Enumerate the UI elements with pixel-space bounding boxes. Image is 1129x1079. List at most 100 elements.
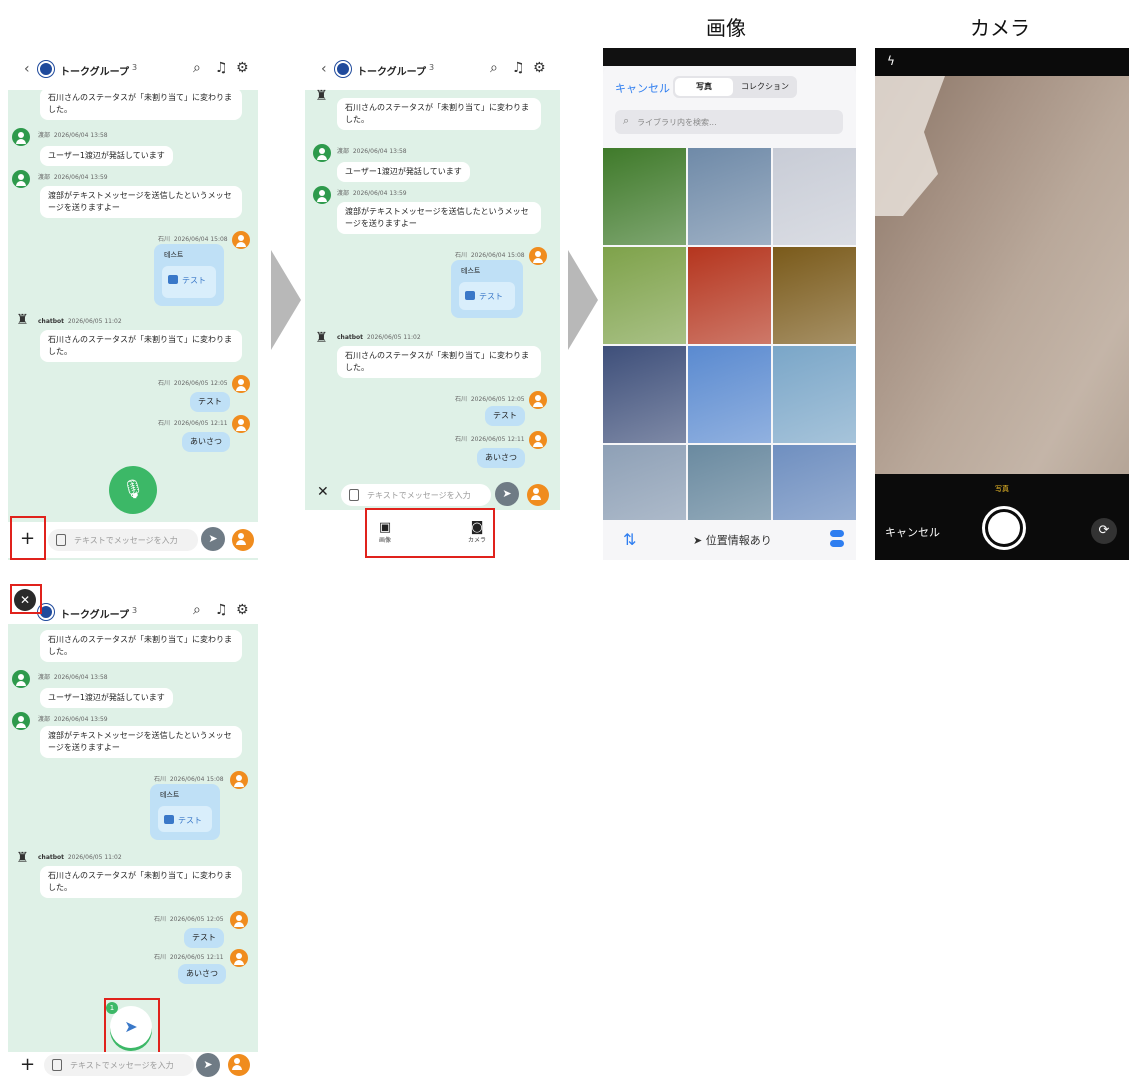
photo-thumbnail[interactable] (688, 148, 771, 245)
photo-thumbnail[interactable] (773, 148, 856, 245)
member-count: 3 (132, 63, 138, 72)
photo-thumbnail[interactable] (603, 247, 686, 344)
send-button[interactable]: ➤ (495, 482, 519, 506)
tab-photos[interactable]: 写真 (675, 78, 733, 96)
status-bar (603, 48, 856, 66)
avatar (529, 431, 547, 449)
status-message: 石川さんのステータスが「未割り当て」に変わりました。 (40, 866, 242, 898)
gear-icon[interactable]: ⚙ (533, 60, 546, 76)
file-icon (465, 291, 475, 300)
search-icon[interactable]: ⌕ (193, 602, 201, 618)
photo-thumbnail[interactable] (688, 247, 771, 344)
avatar (232, 231, 250, 249)
message-meta: 石川 2026/06/04 15:08 (455, 252, 525, 259)
photo-picker: キャンセル 写真 コレクション ライブラリ内を検索... ⇅ ➤ 位置情報あり (603, 48, 856, 560)
file-attachment[interactable]: テスト (459, 282, 515, 310)
robot-icon: ♜ (315, 330, 328, 346)
message-bubble: あいさつ (182, 432, 230, 452)
attachment-title: 테스트 (164, 251, 184, 259)
attachment-title: 테스트 (461, 267, 481, 275)
attachment-name: テスト (479, 292, 503, 301)
flow-arrow (568, 250, 598, 350)
message-bubble: 渡部がテキストメッセージを送信したというメッセージを送りますよー (40, 726, 242, 758)
flow-arrow (271, 250, 301, 350)
message-meta: 石川 2026/06/05 12:05 (455, 396, 525, 403)
message-bubble: あいさつ (178, 964, 226, 984)
status-message: 石川さんのステータスが「未割り当て」に変わりました。 (40, 88, 242, 120)
photo-grid (603, 148, 856, 542)
avatar (313, 186, 331, 204)
chat-header: トークグループ 3 ⌕ ♫ ⚙ (8, 578, 258, 624)
options-icon[interactable] (830, 530, 844, 548)
microphone-button[interactable]: 🎙 (109, 466, 157, 514)
message-input[interactable]: テキストでメッセージを入力 (341, 484, 491, 506)
avatar (12, 670, 30, 688)
robot-icon: ♜ (315, 88, 328, 104)
tab-collections[interactable]: コレクション (735, 78, 795, 96)
file-attachment[interactable]: テスト (158, 806, 212, 832)
file-icon (56, 534, 66, 546)
message-meta: 渡部 2026/06/04 13:59 (337, 190, 407, 197)
message-bubble: 渡部がテキストメッセージを送信したというメッセージを送りますよー (40, 186, 242, 218)
input-bar: ✕ テキストでメッセージを入力 ➤ (305, 478, 560, 510)
message-bubble: テスト (184, 928, 224, 948)
photo-thumbnail[interactable] (773, 247, 856, 344)
flip-camera-icon[interactable]: ⟳ (1091, 518, 1117, 544)
bell-icon[interactable]: ♫ (215, 602, 228, 618)
robot-icon: ♜ (16, 850, 29, 866)
avatar (12, 712, 30, 730)
search-icon[interactable]: ⌕ (490, 60, 498, 76)
send-button[interactable]: ➤ (196, 1053, 220, 1077)
photo-thumbnail[interactable] (688, 346, 771, 443)
message-input[interactable]: テキストでメッセージを入力 (48, 529, 198, 551)
send-button[interactable]: ➤ (201, 527, 225, 551)
photo-thumbnail[interactable] (603, 346, 686, 443)
close-icon[interactable]: ✕ (317, 484, 329, 500)
picker-toolbar: ⇅ ➤ 位置情報あり (603, 520, 856, 560)
file-attachment[interactable]: テスト (162, 266, 216, 298)
camera-screen: ϟ 写真 キャンセル ⟳ (875, 48, 1129, 560)
plus-icon[interactable]: + (20, 1054, 35, 1075)
segmented-control: 写真 コレクション (673, 76, 797, 98)
avatar (232, 415, 250, 433)
avatar (527, 484, 549, 506)
avatar (232, 529, 254, 551)
back-icon[interactable]: ‹ (321, 61, 327, 77)
camera-mode[interactable]: 写真 (875, 484, 1129, 494)
message-meta: chatbot 2026/06/05 11:02 (38, 854, 122, 861)
bell-icon[interactable]: ♫ (512, 60, 525, 76)
avatar (529, 391, 547, 409)
message-meta: 石川 2026/06/05 12:11 (158, 420, 228, 427)
attachment-name: テスト (182, 276, 206, 285)
attachment-bubble[interactable]: 테스트 テスト (150, 784, 220, 840)
message-input[interactable]: テキストでメッセージを入力 (44, 1054, 194, 1076)
chat-header: ‹ トークグループ 3 ⌕ ♫ ⚙ (305, 48, 560, 90)
avatar (12, 170, 30, 188)
chat-screen-attach-menu: ‹ トークグループ 3 ⌕ ♫ ⚙ ♜ 石川さんのステータスが「未割り当て」に変… (305, 48, 560, 560)
message-meta: 石川 2026/06/04 15:08 (154, 776, 224, 783)
search-icon[interactable]: ⌕ (193, 60, 201, 76)
cancel-button[interactable]: キャンセル (885, 524, 940, 540)
photo-thumbnail[interactable] (773, 346, 856, 443)
message-bubble: ユーザー1渡辺が発話しています (40, 688, 173, 708)
message-bubble: テスト (190, 392, 230, 412)
photo-thumbnail[interactable] (603, 148, 686, 245)
cancel-button[interactable]: キャンセル (615, 80, 670, 96)
location-toggle[interactable]: ➤ 位置情報あり (693, 532, 772, 548)
bell-icon[interactable]: ♫ (215, 60, 228, 76)
attachment-bubble[interactable]: 테스트 テスト (154, 244, 224, 306)
highlight-box (10, 584, 42, 614)
back-icon[interactable]: ‹ (24, 61, 30, 77)
search-input[interactable]: ライブラリ内を検索... (615, 110, 843, 134)
gear-icon[interactable]: ⚙ (236, 60, 249, 76)
attachment-title: 테스트 (160, 791, 180, 799)
message-meta: 渡部 2026/06/04 13:58 (38, 674, 108, 681)
attachment-bubble[interactable]: 테스트 テスト (451, 260, 523, 318)
gear-icon[interactable]: ⚙ (236, 602, 249, 618)
file-icon (168, 275, 178, 284)
flash-icon[interactable]: ϟ (887, 54, 895, 68)
group-avatar (38, 61, 54, 77)
shutter-button[interactable] (982, 506, 1026, 550)
sort-icon[interactable]: ⇅ (623, 530, 636, 549)
camera-viewfinder (875, 76, 1129, 474)
